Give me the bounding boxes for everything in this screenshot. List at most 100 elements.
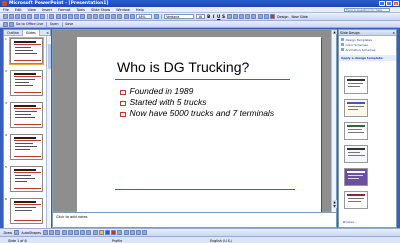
font-color-icon[interactable] bbox=[270, 14, 276, 19]
decrease-font-icon[interactable] bbox=[263, 14, 269, 19]
font-select[interactable]: Verdana bbox=[164, 14, 195, 19]
slide-thumbnail[interactable]: 6 bbox=[4, 197, 51, 228]
fill-color-icon[interactable] bbox=[98, 230, 104, 235]
slide-preview[interactable] bbox=[10, 70, 43, 96]
forward-icon[interactable] bbox=[8, 21, 14, 27]
font-size-select[interactable]: 18 bbox=[196, 14, 206, 19]
line-icon[interactable] bbox=[43, 230, 49, 235]
increase-font-icon[interactable] bbox=[257, 14, 263, 19]
design-template-thumbnail[interactable] bbox=[344, 76, 368, 94]
slide-thumbnail[interactable]: 4 bbox=[4, 133, 51, 164]
tab-outline[interactable]: Outline bbox=[4, 30, 22, 36]
bullet-list[interactable]: Founded in 1989 Started with 5 trucks No… bbox=[120, 86, 310, 120]
design-template-thumbnail[interactable] bbox=[344, 168, 368, 186]
shadow-style-icon[interactable] bbox=[135, 230, 141, 235]
arrow-style-icon[interactable] bbox=[129, 230, 135, 235]
menu-help[interactable]: Help bbox=[133, 8, 147, 12]
shadow-button[interactable]: S bbox=[221, 14, 226, 19]
slide-preview[interactable] bbox=[10, 102, 43, 128]
next-slide-icon[interactable]: ▼ bbox=[332, 204, 337, 208]
close-button[interactable]: × bbox=[393, 1, 399, 6]
save-button[interactable]: Save bbox=[64, 22, 75, 26]
scrollbar-thumb[interactable] bbox=[47, 44, 51, 69]
slide-preview[interactable] bbox=[10, 166, 43, 192]
arrow-icon[interactable] bbox=[49, 230, 55, 235]
numbering-icon[interactable] bbox=[245, 14, 251, 19]
slide-title[interactable]: Who is DG Trucking? bbox=[117, 59, 249, 75]
insert-table-icon[interactable] bbox=[92, 14, 98, 19]
line-color-icon[interactable] bbox=[104, 230, 110, 235]
grid-icon[interactable] bbox=[123, 14, 129, 19]
zoom-select[interactable]: 48% bbox=[136, 14, 153, 19]
menu-edit[interactable]: Edit bbox=[12, 8, 25, 12]
notes-placeholder[interactable]: Click to add notes bbox=[56, 215, 88, 219]
menu-view[interactable]: View bbox=[25, 8, 39, 12]
design-button[interactable]: Design bbox=[276, 15, 290, 19]
task-pane-title[interactable]: Slide Design bbox=[340, 31, 360, 35]
show-formatting-icon[interactable] bbox=[117, 14, 123, 19]
menu-window[interactable]: Window bbox=[113, 8, 133, 12]
slide-thumbnail[interactable]: 5 bbox=[4, 165, 51, 196]
paste-icon[interactable] bbox=[61, 14, 67, 19]
notes-pane[interactable]: Click to add notes bbox=[52, 212, 337, 228]
menu-insert[interactable]: Insert bbox=[39, 8, 55, 12]
go-to-office-live-button[interactable]: Go to Office Live bbox=[14, 22, 44, 26]
design-template-thumbnail[interactable] bbox=[344, 191, 368, 209]
3d-style-icon[interactable] bbox=[142, 230, 148, 235]
wordart-icon[interactable] bbox=[74, 230, 80, 235]
oval-icon[interactable] bbox=[61, 230, 67, 235]
help-search-input[interactable]: Type a question for help bbox=[344, 8, 390, 12]
print-icon[interactable] bbox=[27, 14, 33, 19]
close-icon[interactable]: × bbox=[46, 31, 49, 35]
design-template-thumbnail[interactable] bbox=[344, 145, 368, 163]
browse-link[interactable]: Browse... bbox=[343, 220, 357, 224]
cut-icon[interactable] bbox=[49, 14, 55, 19]
redo-icon[interactable] bbox=[80, 14, 86, 19]
new-icon[interactable] bbox=[2, 14, 8, 19]
expand-all-icon[interactable] bbox=[111, 14, 117, 19]
align-center-icon[interactable] bbox=[232, 14, 238, 19]
tables-borders-icon[interactable] bbox=[98, 14, 104, 19]
picture-icon[interactable] bbox=[92, 230, 98, 235]
line-style-icon[interactable] bbox=[117, 230, 123, 235]
slide-thumbnail[interactable]: 3 bbox=[4, 101, 51, 132]
slide-preview[interactable] bbox=[9, 37, 44, 65]
save-icon[interactable] bbox=[14, 14, 20, 19]
insert-chart-icon[interactable] bbox=[86, 14, 92, 19]
slide-scrollbar[interactable]: ▲ ▲ ▼ bbox=[331, 30, 337, 212]
dash-style-icon[interactable] bbox=[123, 230, 129, 235]
open-icon[interactable] bbox=[8, 14, 14, 19]
color-grayscale-icon[interactable] bbox=[129, 14, 135, 19]
current-slide[interactable]: Who is DG Trucking? Founded in 1989 Star… bbox=[77, 37, 321, 212]
clip-art-icon[interactable] bbox=[86, 230, 92, 235]
tab-slides[interactable]: Slides bbox=[21, 29, 40, 36]
align-right-icon[interactable] bbox=[239, 14, 245, 19]
animation-schemes-link[interactable]: Animation Schemes bbox=[341, 48, 394, 52]
back-icon[interactable] bbox=[2, 21, 8, 27]
menu-slide-show[interactable]: Slide Show bbox=[88, 8, 113, 12]
design-template-thumbnail[interactable] bbox=[344, 122, 368, 140]
rectangle-icon[interactable] bbox=[55, 230, 61, 235]
autoshapes-menu-button[interactable]: AutoShapes bbox=[20, 231, 43, 235]
new-slide-button[interactable]: New Slide bbox=[290, 15, 309, 19]
menu-format[interactable]: Format bbox=[55, 8, 73, 12]
slide-thumbnail[interactable]: 1 bbox=[4, 37, 51, 68]
format-painter-icon[interactable] bbox=[67, 14, 73, 19]
text-box-icon[interactable] bbox=[67, 230, 73, 235]
copy-icon[interactable] bbox=[55, 14, 61, 19]
maximize-button[interactable]: □ bbox=[386, 1, 392, 6]
scroll-up-icon[interactable]: ▲ bbox=[332, 30, 337, 34]
open-button[interactable]: Open bbox=[48, 22, 60, 26]
font-color-icon[interactable] bbox=[111, 230, 117, 235]
diagram-icon[interactable] bbox=[80, 230, 86, 235]
select-objects-icon[interactable] bbox=[14, 230, 20, 235]
design-templates-link[interactable]: Design Templates bbox=[341, 38, 394, 42]
permission-icon[interactable] bbox=[21, 14, 27, 19]
slide-thumbnail[interactable]: 2 bbox=[4, 69, 51, 100]
hyperlink-icon[interactable] bbox=[105, 14, 111, 19]
print-preview-icon[interactable] bbox=[33, 14, 39, 19]
slide-preview[interactable] bbox=[10, 134, 43, 160]
bullets-icon[interactable] bbox=[251, 14, 257, 19]
align-left-icon[interactable] bbox=[226, 14, 232, 19]
menu-file[interactable]: File bbox=[0, 8, 12, 12]
